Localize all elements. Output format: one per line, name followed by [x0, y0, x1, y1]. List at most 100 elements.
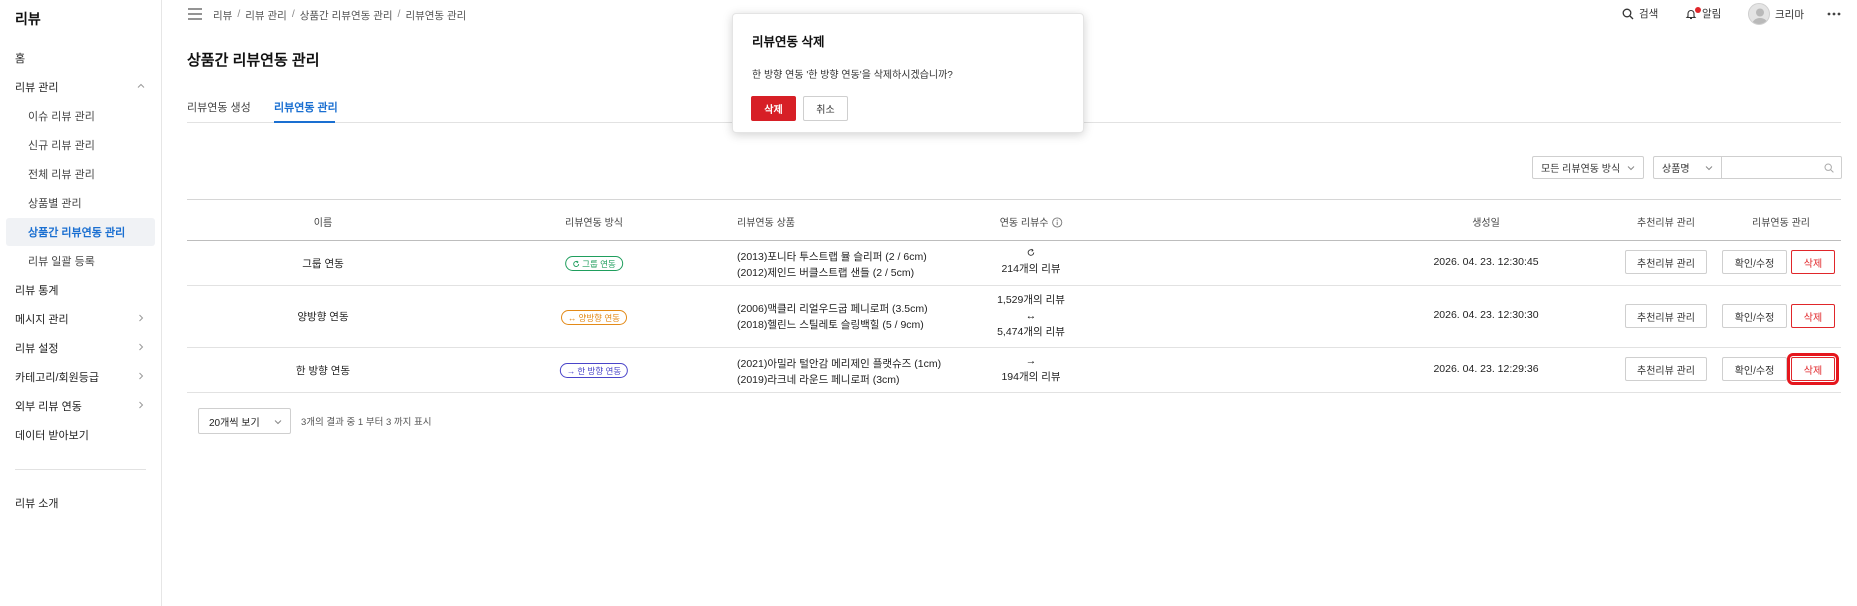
column-header-created: 생성일 [1472, 218, 1500, 229]
alerts-label: 알림 [1702, 8, 1722, 20]
row-created-date: 2026. 04. 23. 12:29:36 [1433, 363, 1539, 375]
sidebar-item-bulk-upload[interactable]: 리뷰 일괄 등록 [6, 247, 155, 275]
breadcrumb-item[interactable]: 상품간 리뷰연동 관리 [300, 8, 393, 23]
search-link[interactable]: 검색 [1622, 6, 1658, 21]
method-badge-label: 양방향 연동 [578, 312, 620, 323]
sidebar-item-label: 홈 [15, 53, 26, 65]
search-input[interactable] [1722, 156, 1842, 179]
row-linked-count: 1,529개의 리뷰 ↔ 5,474개의 리뷰 [997, 292, 1065, 340]
chevron-right-icon [139, 372, 144, 380]
sidebar-item-label: 이슈 리뷰 관리 [28, 111, 95, 123]
arrow-right-icon: → [566, 365, 576, 376]
bidirectional-arrow-icon: ↔ [568, 312, 577, 323]
table-row: 양방향 연동 ↔ 양방향 연동 (2006)맥클리 리얼우드굽 페니로퍼 (3.… [187, 286, 1841, 348]
sidebar-item-product-manage[interactable]: 상품별 관리 [6, 189, 155, 217]
delete-button[interactable]: 삭제 [1791, 250, 1835, 274]
more-options-icon[interactable] [1827, 12, 1841, 16]
cancel-button[interactable]: 취소 [803, 96, 848, 121]
cycle-icon [1027, 248, 1035, 256]
confirm-delete-button[interactable]: 삭제 [751, 96, 796, 121]
tab-manage-link[interactable]: 리뷰연동 관리 [274, 99, 338, 115]
method-badge-one-way: → 한 방향 연동 [559, 363, 629, 378]
column-header-count-label: 연동 리뷰수 [999, 218, 1049, 229]
alerts-link[interactable]: 알림 [1685, 6, 1721, 21]
sidebar-item-label: 상품별 관리 [28, 198, 82, 210]
edit-button[interactable]: 확인/수정 [1722, 357, 1787, 381]
avatar [1748, 3, 1770, 25]
search-field-value: 상품명 [1662, 164, 1690, 175]
breadcrumb-item: 리뷰연동 관리 [405, 10, 467, 22]
table-header: 이름 리뷰연동 방식 리뷰연동 상품 연동 리뷰수 생성일 추천리뷰 관리 리뷰… [187, 199, 1841, 241]
row-linked-count: 214개의 리뷰 [1001, 248, 1061, 276]
search-icon [1622, 8, 1634, 19]
per-page-select[interactable]: 20개씩 보기 [198, 408, 291, 434]
sidebar-item-new-reviews[interactable]: 신규 리뷰 관리 [6, 131, 155, 159]
method-badge-group: 그룹 연동 [565, 256, 623, 271]
bell-icon [1685, 6, 1701, 20]
row-name: 양방향 연동 [297, 311, 349, 323]
column-header-recommend: 추천리뷰 관리 [1637, 218, 1695, 229]
linked-count-text: 5,474개의 리뷰 [997, 326, 1065, 338]
delete-button[interactable]: 삭제 [1787, 353, 1839, 385]
breadcrumb-item[interactable]: 리뷰 [213, 8, 232, 23]
sidebar-item-review-link[interactable]: 상품간 리뷰연동 관리 [6, 218, 155, 246]
column-header-count: 연동 리뷰수 [1000, 214, 1063, 229]
row-product: (2013)포니타 투스트랩 뮬 슬리퍼 (2 / 6cm) [737, 251, 927, 263]
linked-count-text: 214개의 리뷰 [1001, 263, 1061, 275]
tab-create-link[interactable]: 리뷰연동 생성 [187, 99, 251, 115]
sidebar-item-label: 카테고리/회원등급 [15, 372, 100, 384]
chevron-right-icon [139, 314, 144, 322]
sidebar-item-settings[interactable]: 리뷰 설정 [6, 334, 155, 362]
row-product: (2012)제인드 버클스트랩 샌들 (2 / 5cm) [737, 267, 915, 279]
breadcrumb-item[interactable]: 리뷰 관리 [245, 8, 287, 23]
recommend-review-button[interactable]: 추천리뷰 관리 [1625, 250, 1707, 274]
column-header-link-manage: 리뷰연동 관리 [1752, 218, 1810, 229]
method-badge-bidirectional: ↔ 양방향 연동 [561, 310, 627, 325]
row-product: (2018)헬린느 스틸레토 슬링백힐 (5 / 9cm) [737, 319, 924, 331]
breadcrumb: 리뷰 / 리뷰 관리 / 상품간 리뷰연동 관리 / 리뷰연동 관리 [213, 8, 467, 23]
sidebar-item-all-reviews[interactable]: 전체 리뷰 관리 [6, 160, 155, 188]
sidebar-item-label: 상품간 리뷰연동 관리 [28, 227, 126, 239]
sidebar-item-label: 리뷰 소개 [15, 498, 59, 510]
sidebar-item-data-export[interactable]: 데이터 받아보기 [6, 421, 155, 449]
column-header-name: 이름 [313, 218, 333, 229]
row-product: (2006)맥클리 리얼우드굽 페니로퍼 (3.5cm) [737, 303, 928, 315]
edit-button[interactable]: 확인/수정 [1722, 250, 1787, 274]
search-field-select[interactable]: 상품명 [1653, 156, 1722, 179]
dialog-message: 한 방향 연동 '한 방향 연동'을 삭제하시겠습니까? [752, 70, 953, 81]
method-badge-label: 그룹 연동 [582, 258, 616, 269]
row-linked-count: → 194개의 리뷰 [1001, 353, 1060, 385]
sidebar-item-stats[interactable]: 리뷰 통계 [6, 276, 155, 304]
sidebar-item-messages[interactable]: 메시지 관리 [6, 305, 155, 333]
edit-button[interactable]: 확인/수정 [1722, 304, 1787, 328]
sidebar-item-label: 메시지 관리 [15, 314, 69, 326]
sidebar-item-issue-reviews[interactable]: 이슈 리뷰 관리 [6, 102, 155, 130]
recommend-review-button[interactable]: 추천리뷰 관리 [1625, 304, 1707, 328]
sidebar-item-about[interactable]: 리뷰 소개 [6, 489, 155, 517]
brand-title: 리뷰 [15, 11, 41, 27]
search-label: 검색 [1639, 8, 1659, 20]
row-name: 그룹 연동 [302, 258, 344, 270]
user-menu[interactable]: 크리마 [1748, 3, 1804, 25]
row-product: (2021)아밀라 털안감 메리제인 플랫슈즈 (1cm) [737, 358, 942, 370]
column-header-products: 리뷰연동 상품 [737, 218, 795, 229]
arrow-right-icon: → [1025, 355, 1037, 367]
sidebar-item-home[interactable]: 홈 [6, 44, 155, 72]
sidebar-item-label: 데이터 받아보기 [15, 430, 89, 442]
chevron-right-icon [139, 401, 144, 409]
sidebar-item-review-manage[interactable]: 리뷰 관리 [6, 73, 155, 101]
info-icon[interactable] [1051, 217, 1062, 228]
delete-button[interactable]: 삭제 [1791, 304, 1835, 328]
table-row: 그룹 연동 그룹 연동 (2013)포니타 투스트랩 뮬 슬리퍼 (2 / 6c… [187, 241, 1841, 286]
sidebar-item-label: 외부 리뷰 연동 [15, 401, 82, 413]
table-row: 한 방향 연동 → 한 방향 연동 (2021)아밀라 털안감 메리제인 플랫슈… [187, 348, 1841, 393]
method-filter-select[interactable]: 모든 리뷰연동 방식 [1532, 156, 1644, 179]
row-product: (2019)라크네 라운드 페니로퍼 (3cm) [737, 374, 900, 386]
hamburger-menu-icon[interactable] [188, 8, 202, 20]
recommend-review-button[interactable]: 추천리뷰 관리 [1625, 357, 1707, 381]
sidebar-item-label: 리뷰 통계 [15, 285, 59, 297]
search-icon[interactable] [1824, 163, 1834, 173]
row-created-date: 2026. 04. 23. 12:30:45 [1433, 256, 1539, 268]
sidebar-item-category[interactable]: 카테고리/회원등급 [6, 363, 155, 391]
sidebar-item-external[interactable]: 외부 리뷰 연동 [6, 392, 155, 420]
